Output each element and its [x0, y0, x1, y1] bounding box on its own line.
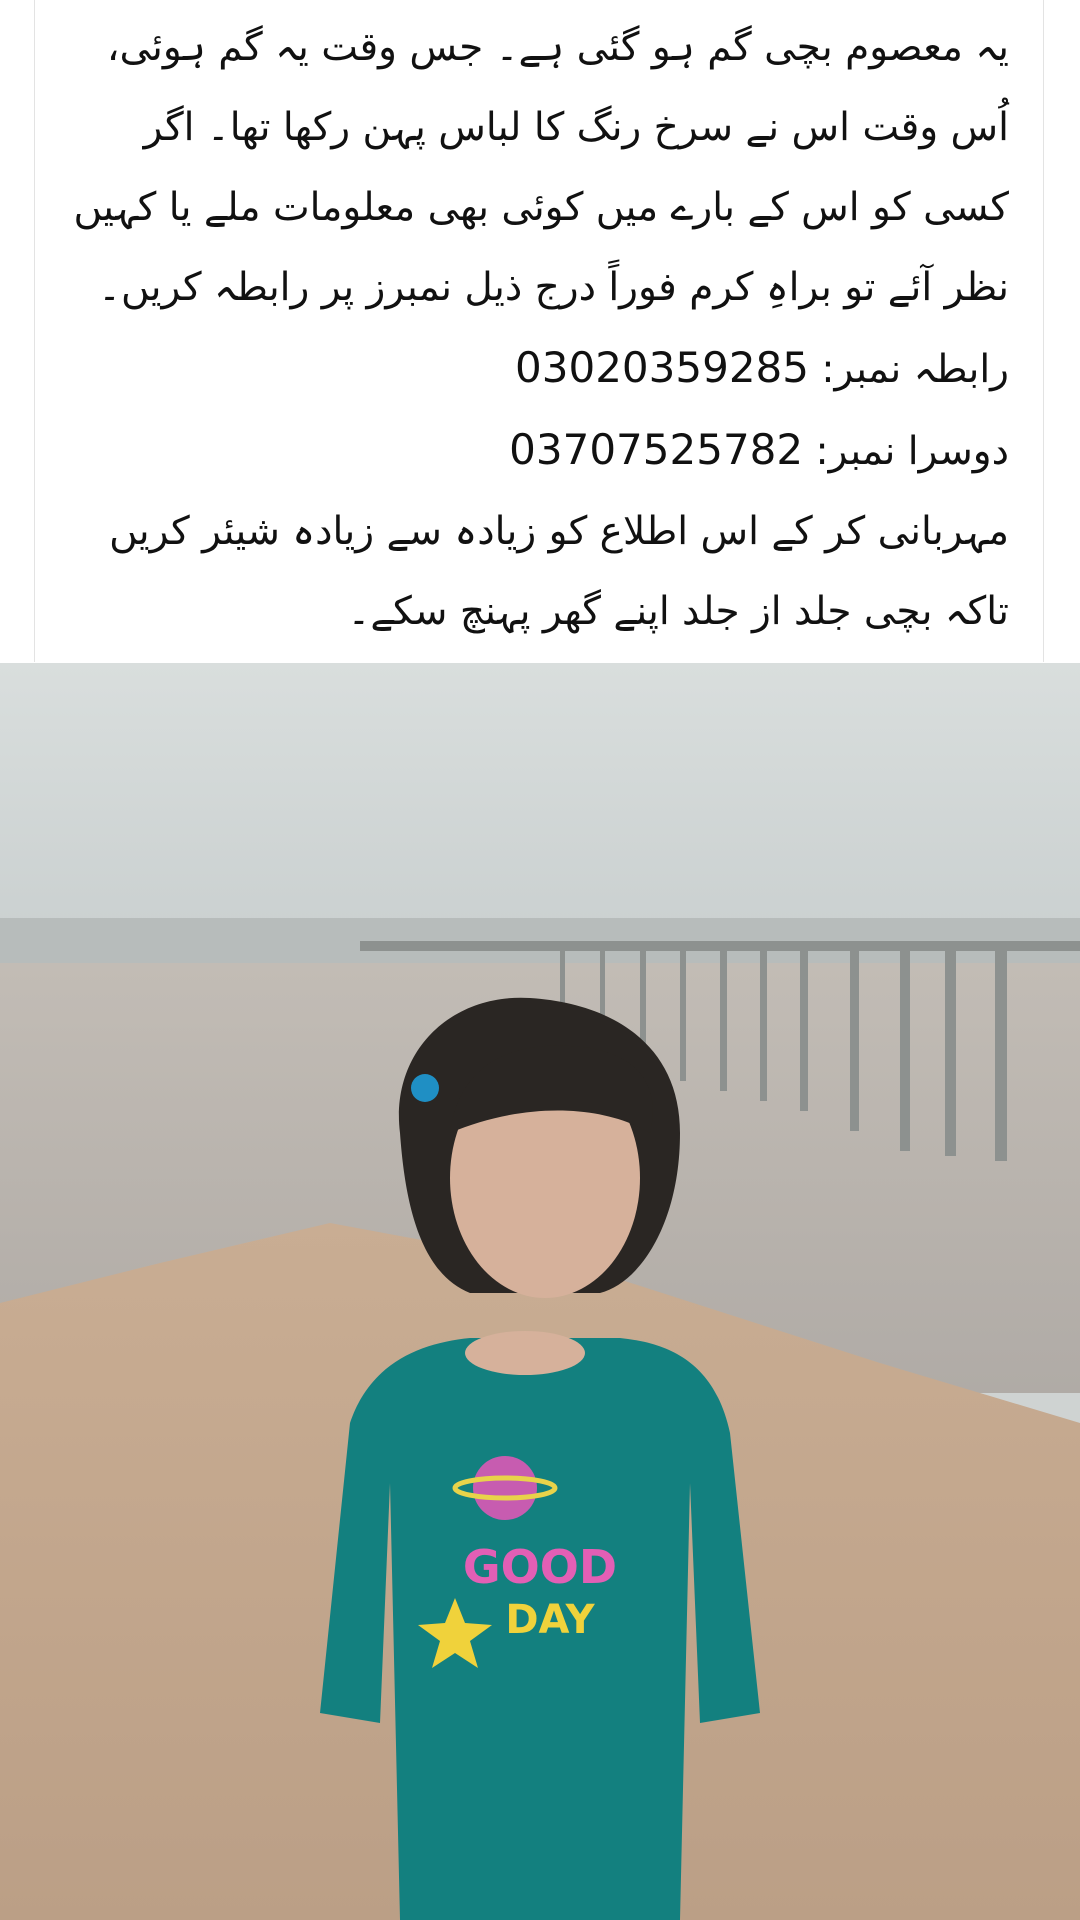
- shirt-text-good: GOOD: [463, 1540, 617, 1594]
- post-paragraph-intro: یہ معصوم بچی گم ہو گئی ہے۔ جس وقت یہ گم …: [73, 25, 1009, 310]
- post-photo[interactable]: GOOD DAY: [0, 663, 1080, 1920]
- shirt-text-day: DAY: [505, 1597, 595, 1643]
- contact-label-primary: رابطہ نمبر:: [821, 347, 1009, 392]
- contact-label-secondary: دوسرا نمبر:: [815, 429, 1009, 474]
- contact-line-primary: رابطہ نمبر: 03020359285: [49, 328, 1009, 410]
- post-body: یہ معصوم بچی گم ہو گئی ہے۔ جس وقت یہ گم …: [49, 8, 1009, 652]
- post-card: یہ معصوم بچی گم ہو گئی ہے۔ جس وقت یہ گم …: [34, 0, 1044, 662]
- photo-illustration: GOOD DAY: [0, 663, 1080, 1920]
- contact-number-secondary[interactable]: 03707525782: [509, 425, 803, 474]
- contact-number-primary[interactable]: 03020359285: [515, 343, 809, 392]
- post-paragraph-share: مہربانی کر کے اس اطلاع کو زیادہ سے زیادہ…: [109, 509, 1009, 634]
- far-shore: [0, 918, 1080, 963]
- contact-line-secondary: دوسرا نمبر: 03707525782: [49, 410, 1009, 492]
